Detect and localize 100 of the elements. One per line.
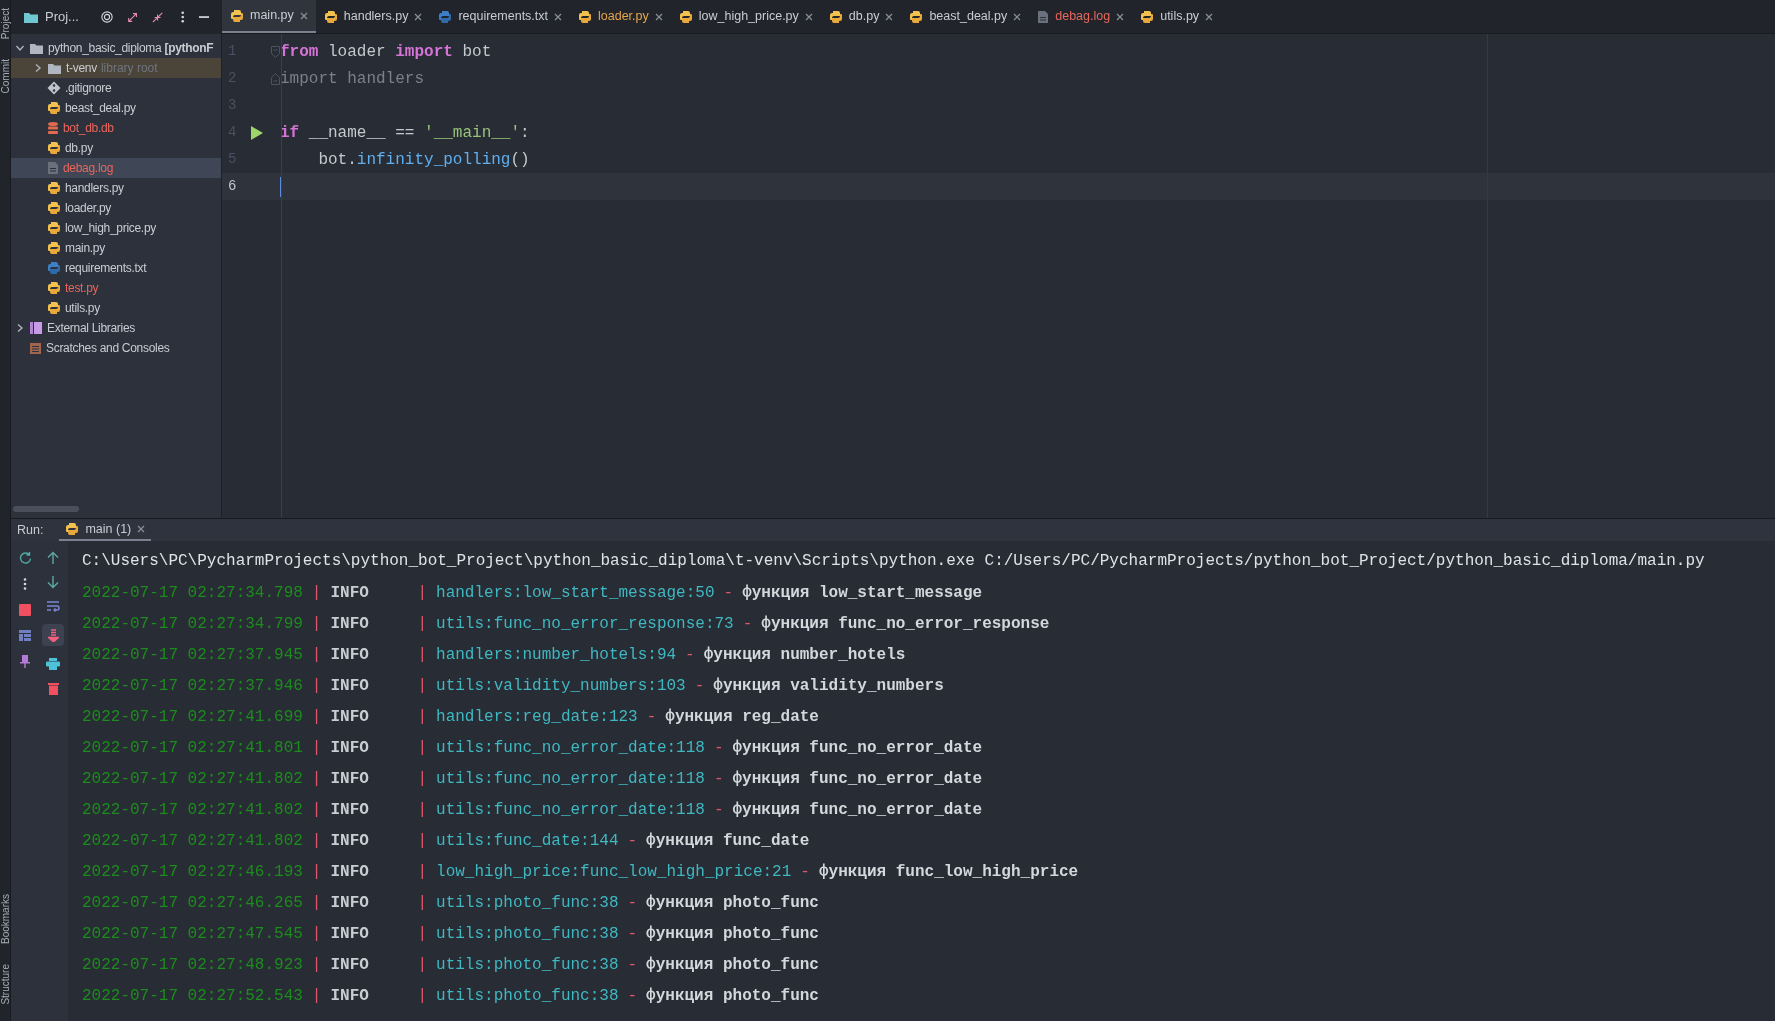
tab-label: debag.log xyxy=(1055,8,1111,26)
close-icon[interactable] xyxy=(885,12,894,21)
python-file-icon xyxy=(828,9,843,24)
soft-wrap-icon[interactable] xyxy=(46,601,60,612)
log-separator: - xyxy=(646,706,657,728)
document-icon xyxy=(47,161,59,175)
log-separator: - xyxy=(627,985,638,1007)
python-file-icon xyxy=(47,301,61,315)
editor-tab[interactable]: handlers.py xyxy=(315,0,431,33)
project-view-selector[interactable]: Proj... xyxy=(23,7,79,27)
tree-item-label: Scratches and Consoles xyxy=(46,340,170,357)
close-icon[interactable] xyxy=(299,11,308,20)
close-icon[interactable] xyxy=(654,12,663,21)
console-command: C:\Users\PC\PycharmProjects\python_bot_Project\python_basic_diploma\t-venv\Scripts\python.exe C:/Users/PC/PycharmProjects/python_bot_Project/python_basic_diploma/main.py xyxy=(82,551,1706,572)
log-separator: | xyxy=(311,644,322,666)
log-source: handlers:low_start_message:50 xyxy=(436,582,715,604)
collapse-all-icon[interactable] xyxy=(152,10,164,24)
minimize-icon[interactable] xyxy=(198,15,209,19)
chevron-right-icon[interactable] xyxy=(15,323,25,333)
code-line: if __name__ == '__main__': xyxy=(280,122,530,144)
print-icon[interactable] xyxy=(46,658,60,670)
tree-item[interactable]: .gitignore xyxy=(11,78,221,98)
log-source: utils:photo_func:38 xyxy=(436,892,619,914)
chevron-down-icon[interactable] xyxy=(15,43,25,53)
scrollbar-thumb[interactable] xyxy=(13,506,79,512)
log-separator: | xyxy=(311,954,322,976)
editor-tab[interactable]: loader.py xyxy=(570,0,671,33)
log-separator: - xyxy=(713,799,724,821)
tree-item[interactable]: test.py xyxy=(11,278,221,298)
tool-window-label[interactable]: Commit xyxy=(0,59,11,94)
close-icon[interactable] xyxy=(1013,12,1022,21)
python-file-icon xyxy=(230,8,244,23)
tree-item[interactable]: Scratches and Consoles xyxy=(11,338,221,358)
close-icon[interactable] xyxy=(1116,12,1125,21)
tree-item[interactable]: t-venv library root xyxy=(11,58,221,78)
scroll-to-end-button[interactable] xyxy=(42,624,64,646)
git-icon xyxy=(47,81,61,95)
tool-window-label[interactable]: Structure xyxy=(0,964,11,1005)
tree-item[interactable]: External Libraries xyxy=(11,318,221,338)
arrow-down-icon[interactable] xyxy=(47,576,59,589)
editor-tab[interactable]: low_high_price.py xyxy=(670,0,821,33)
tree-item[interactable]: loader.py xyxy=(11,198,221,218)
tree-item[interactable]: handlers.py xyxy=(11,178,221,198)
log-timestamp: 2022-07-17 02:27:46.193 xyxy=(82,861,303,883)
log-source: utils:validity_numbers:103 xyxy=(436,675,686,697)
log-level: INFO xyxy=(330,768,370,790)
more-icon[interactable] xyxy=(23,578,27,590)
rerun-icon[interactable] xyxy=(18,551,32,564)
editor-tab[interactable]: debag.log xyxy=(1029,0,1133,33)
editor-tab[interactable]: requirements.txt xyxy=(430,0,571,33)
log-separator: | xyxy=(417,954,428,976)
layout-icon[interactable] xyxy=(19,630,31,641)
python-file-icon xyxy=(47,281,61,295)
editor-tab[interactable]: beast_deal.py xyxy=(901,0,1030,33)
log-level: INFO xyxy=(330,861,370,883)
expand-all-icon[interactable] xyxy=(126,10,139,24)
close-icon[interactable] xyxy=(1205,12,1214,21)
close-icon[interactable] xyxy=(137,525,146,533)
close-icon[interactable] xyxy=(414,12,423,21)
log-separator: - xyxy=(627,954,638,976)
log-message: функция photo_func xyxy=(646,923,819,945)
tab-label: utils.py xyxy=(1160,8,1200,26)
log-message: функция low_start_message xyxy=(742,582,983,604)
log-message: функция photo_func xyxy=(646,892,819,914)
target-icon[interactable] xyxy=(100,10,113,24)
log-message: функция func_low_high_price xyxy=(818,861,1079,883)
log-source: utils:func_no_error_date:118 xyxy=(436,768,705,790)
log-level: INFO xyxy=(330,706,370,728)
editor-tab[interactable]: main.py xyxy=(222,0,316,33)
tool-window-label[interactable]: Bookmarks xyxy=(0,894,11,945)
python-file-icon xyxy=(47,221,61,235)
tree-item[interactable]: main.py xyxy=(11,238,221,258)
tree-item[interactable]: beast_deal.py xyxy=(11,98,221,118)
editor-tab[interactable]: utils.py xyxy=(1132,0,1222,33)
database-icon xyxy=(47,121,59,135)
tree-item[interactable]: bot_db.db xyxy=(11,118,221,138)
log-separator: | xyxy=(311,768,322,790)
arrow-up-icon[interactable] xyxy=(47,551,59,564)
run-icon[interactable] xyxy=(250,124,264,141)
log-source: utils:func_no_error_date:118 xyxy=(436,799,705,821)
tree-item[interactable]: utils.py xyxy=(11,298,221,318)
tree-item[interactable]: db.py xyxy=(11,138,221,158)
log-source: low_high_price:func_low_high_price:21 xyxy=(436,861,792,883)
log-timestamp: 2022-07-17 02:27:52.543 xyxy=(82,985,303,1007)
more-icon[interactable] xyxy=(181,10,185,24)
close-icon[interactable] xyxy=(804,12,813,21)
log-level: INFO xyxy=(330,582,370,604)
tool-window-label[interactable]: Project xyxy=(0,8,11,40)
close-icon[interactable] xyxy=(554,12,563,21)
log-level: INFO xyxy=(330,830,370,852)
log-separator: | xyxy=(311,799,322,821)
chevron-right-icon[interactable] xyxy=(33,63,43,73)
editor-tab[interactable]: db.py xyxy=(820,0,902,33)
log-timestamp: 2022-07-17 02:27:34.798 xyxy=(82,582,303,604)
tree-item[interactable]: python_basic_diploma [pythonF xyxy=(11,38,221,58)
tree-item[interactable]: low_high_price.py xyxy=(11,218,221,238)
trash-icon[interactable] xyxy=(47,682,59,695)
tree-item[interactable]: requirements.txt xyxy=(11,258,221,278)
python-file-icon xyxy=(438,9,453,24)
pin-icon[interactable] xyxy=(20,655,30,668)
